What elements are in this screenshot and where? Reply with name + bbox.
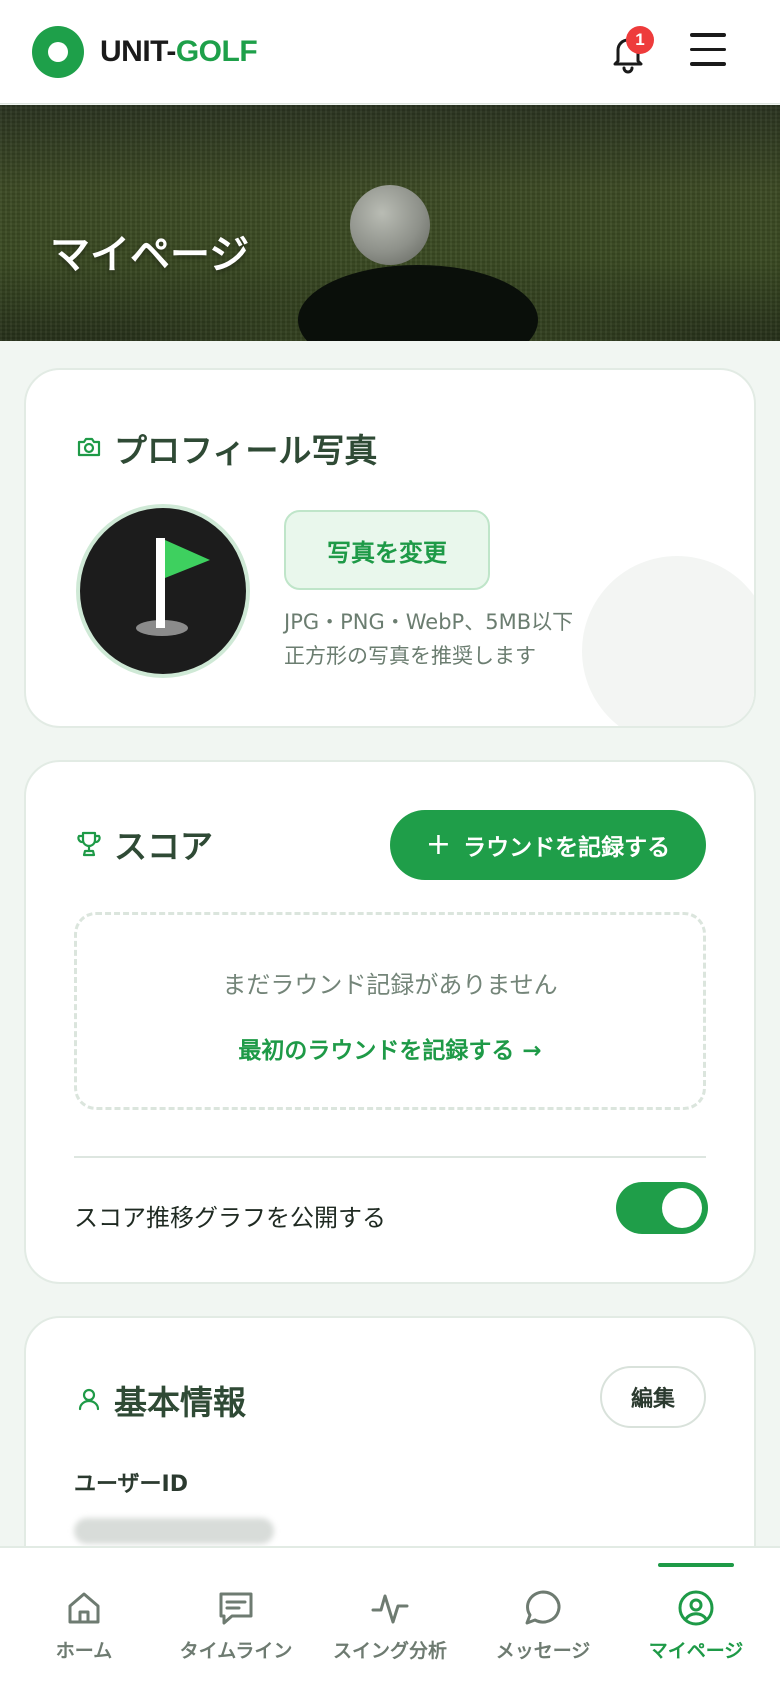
- profile-photo-card: プロフィール写真 写真を変更 JPG・PNG・WebP、5MB以下 正方形の写真…: [24, 368, 756, 728]
- nav-item-mypage[interactable]: マイページ: [640, 1548, 752, 1688]
- basic-info-title: 基本情報: [114, 1383, 246, 1422]
- bottom-nav: ホーム タイムライン スイング分析 メッセージ マイページ: [0, 1546, 780, 1688]
- golf-hole-image: [298, 265, 538, 341]
- user-icon: [78, 1388, 100, 1411]
- empty-rounds-message: まだラウンド記録がありません: [222, 971, 558, 999]
- home-icon: [68, 1592, 100, 1624]
- golf-ball-image: [350, 185, 430, 265]
- nav-item-home[interactable]: ホーム: [34, 1548, 134, 1688]
- avatar[interactable]: [76, 504, 250, 678]
- logo-text[interactable]: UNIT-GOLF: [100, 34, 258, 69]
- user-circle-icon: [678, 1590, 714, 1626]
- nav-label: ホーム: [55, 1640, 113, 1662]
- public-graph-toggle[interactable]: [616, 1182, 708, 1234]
- score-card: スコア + ラウンドを記録する まだラウンド記録がありません 最初のラウンドを記…: [24, 760, 756, 1284]
- nav-item-swing-analysis[interactable]: スイング分析: [326, 1548, 454, 1688]
- flag-icon: [136, 538, 210, 636]
- camera-icon: [77, 437, 101, 457]
- record-round-label: ラウンドを記録する: [463, 835, 671, 861]
- nav-label: タイムライン: [179, 1640, 293, 1662]
- timeline-icon: [219, 1592, 253, 1625]
- edit-button[interactable]: 編集: [600, 1366, 706, 1428]
- pulse-icon: [371, 1594, 409, 1624]
- score-title: スコア: [114, 827, 213, 866]
- decorative-circle: [582, 556, 754, 726]
- page-title: マイページ: [50, 232, 250, 278]
- change-photo-button[interactable]: 写真を変更: [284, 510, 490, 590]
- profile-photo-title: プロフィール写真: [114, 431, 378, 470]
- logo-icon[interactable]: [32, 25, 84, 78]
- user-id-value-blurred: [74, 1518, 274, 1544]
- app-header: UNIT-GOLF 1: [0, 0, 780, 104]
- divider: [74, 1156, 706, 1158]
- nav-item-timeline[interactable]: タイムライン: [174, 1548, 298, 1688]
- notification-badge: 1: [626, 26, 654, 54]
- logo-text-part1: UNIT-: [100, 34, 176, 68]
- photo-format-note: JPG・PNG・WebP、5MB以下: [284, 610, 574, 634]
- logo-text-part2: GOLF: [175, 34, 258, 68]
- user-id-label: ユーザーID: [74, 1472, 189, 1497]
- page-hero: マイページ: [0, 105, 780, 341]
- nav-item-messages[interactable]: メッセージ: [488, 1548, 598, 1688]
- empty-rounds-box: まだラウンド記録がありません 最初のラウンドを記録する →: [74, 912, 706, 1110]
- first-round-link[interactable]: 最初のラウンドを記録する →: [77, 1031, 703, 1065]
- trophy-icon: [77, 831, 101, 857]
- public-graph-label: スコア推移グラフを公開する: [74, 1204, 386, 1232]
- nav-label: マイページ: [648, 1640, 744, 1662]
- record-round-button[interactable]: + ラウンドを記録する: [390, 810, 706, 880]
- hamburger-menu-icon[interactable]: [690, 33, 730, 71]
- photo-size-note: 正方形の写真を推奨します: [284, 644, 536, 668]
- chat-icon: [525, 1590, 561, 1625]
- nav-label: スイング分析: [332, 1640, 447, 1662]
- plus-icon: +: [425, 827, 452, 862]
- nav-label: メッセージ: [495, 1640, 591, 1662]
